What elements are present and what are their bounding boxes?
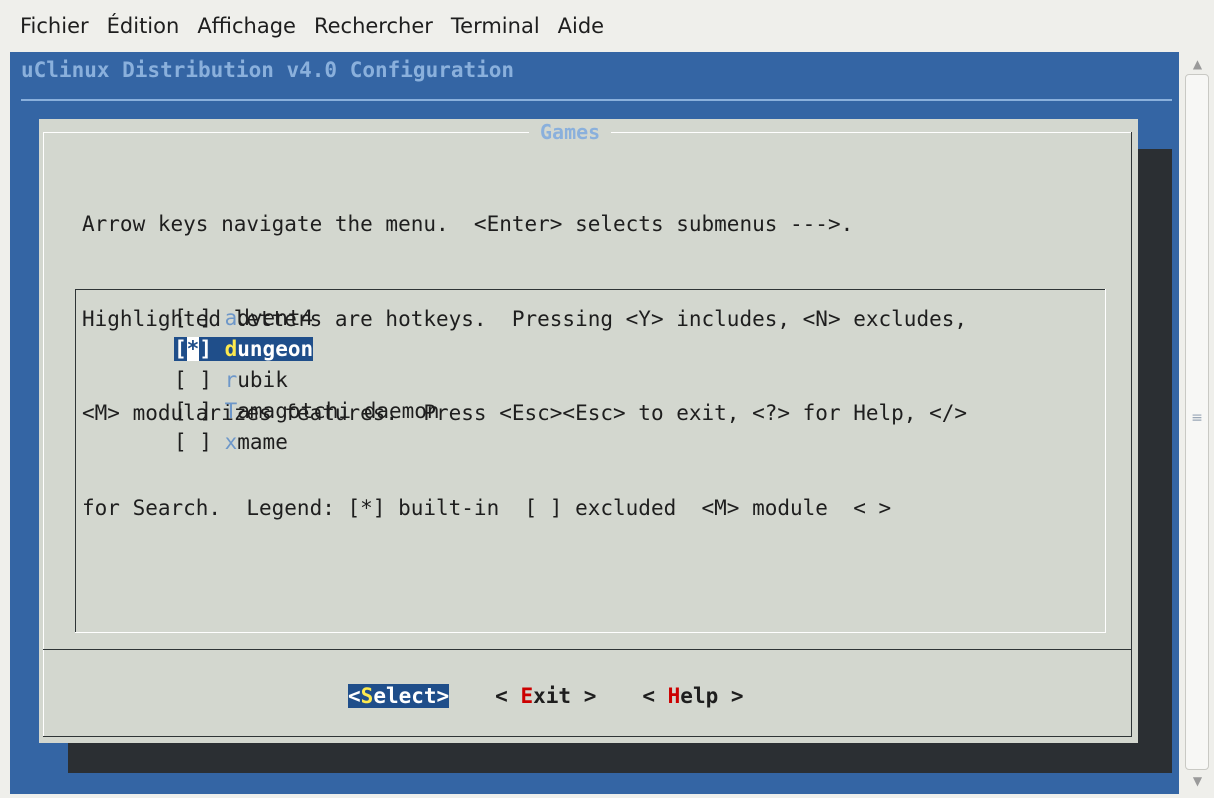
menu-item-rubik[interactable]: [ ] rubik xyxy=(174,366,288,395)
selection-highlight: [*] dungeon xyxy=(174,337,314,361)
button-hotkey: S xyxy=(360,684,374,708)
menu-rechercher[interactable]: Rechercher xyxy=(305,0,442,52)
dialog-frame xyxy=(43,736,1132,737)
scroll-up-icon[interactable]: ▲ xyxy=(1187,54,1208,75)
menu-item-xmame[interactable]: [ ] xmame xyxy=(174,428,288,457)
menu-item-label: amagotchi daemon xyxy=(237,399,440,423)
backtitle-rule xyxy=(21,99,1172,101)
menu-fichier[interactable]: Fichier xyxy=(0,0,98,52)
dialog-buttons: <Select> < Exit > < Help > xyxy=(348,679,790,713)
button-bracket: < xyxy=(495,684,521,708)
scrollbar-thumb[interactable]: ≡ xyxy=(1185,74,1209,770)
button-bracket: < xyxy=(642,684,668,708)
select-button[interactable]: <Select> xyxy=(348,684,450,708)
button-bracket: < xyxy=(348,684,361,708)
exit-button[interactable]: < Exit > xyxy=(495,684,596,708)
terminal-area[interactable]: uClinux Distribution v4.0 Configuration … xyxy=(10,52,1179,794)
checkbox-mark xyxy=(187,430,200,454)
vertical-scrollbar[interactable]: ▲ ≡ ▼ xyxy=(1181,52,1214,794)
checkbox-mark xyxy=(187,306,200,330)
help-button[interactable]: < Help > xyxy=(642,684,743,708)
button-label: elp > xyxy=(680,684,744,708)
button-label: elect> xyxy=(373,684,450,708)
menu-item-dungeon[interactable]: [*] dungeon xyxy=(174,335,314,364)
dialog-frame xyxy=(1131,132,1132,736)
grip-icon: ≡ xyxy=(1191,410,1203,426)
menu-item-label: dvent4 xyxy=(237,306,314,330)
scroll-down-icon[interactable]: ▼ xyxy=(1187,771,1208,792)
menu-bar: Fichier Édition Affichage Rechercher Ter… xyxy=(0,0,1214,52)
backtitle: uClinux Distribution v4.0 Configuration xyxy=(21,58,515,82)
menu-aide[interactable]: Aide xyxy=(549,0,613,52)
menu-item-label: ungeon xyxy=(237,337,314,361)
menu-item-label: ubik xyxy=(237,368,288,392)
menu-affichage[interactable]: Affichage xyxy=(188,0,305,52)
games-dialog: Games Arrow keys navigate the menu. <Ent… xyxy=(39,119,1138,743)
menu-edition[interactable]: Édition xyxy=(98,0,189,52)
menu-list-edge xyxy=(1105,289,1106,633)
hotkey-letter: x xyxy=(224,430,238,454)
hotkey-letter: d xyxy=(224,337,238,361)
menu-item-label: mame xyxy=(237,430,288,454)
menu-list-edge xyxy=(75,289,1106,290)
dialog-title: Games xyxy=(529,119,612,145)
checkbox-mark xyxy=(187,399,200,423)
help-line: Arrow keys navigate the menu. <Enter> se… xyxy=(82,212,854,236)
menu-item-tamagotchi-daemon[interactable]: [ ] Tamagotchi daemon xyxy=(174,397,440,426)
cursor-mark: * xyxy=(186,337,200,361)
menu-item-advent4[interactable]: [ ] advent4 xyxy=(174,304,313,333)
button-separator xyxy=(43,649,1132,650)
hotkey-letter: r xyxy=(224,368,238,392)
hotkey-letter: T xyxy=(224,399,238,423)
checkbox-mark xyxy=(187,368,200,392)
menu-terminal[interactable]: Terminal xyxy=(442,0,549,52)
button-hotkey: E xyxy=(520,684,534,708)
button-label: xit > xyxy=(533,684,597,708)
dialog-frame xyxy=(43,132,44,736)
menu-list-edge xyxy=(75,632,1106,633)
hotkey-letter: a xyxy=(224,306,238,330)
menu-list-edge xyxy=(75,289,76,633)
menu-list: [ ] advent4 [*] dungeon [ ] rubik [ ] Ta… xyxy=(75,289,1106,633)
button-hotkey: H xyxy=(667,684,681,708)
